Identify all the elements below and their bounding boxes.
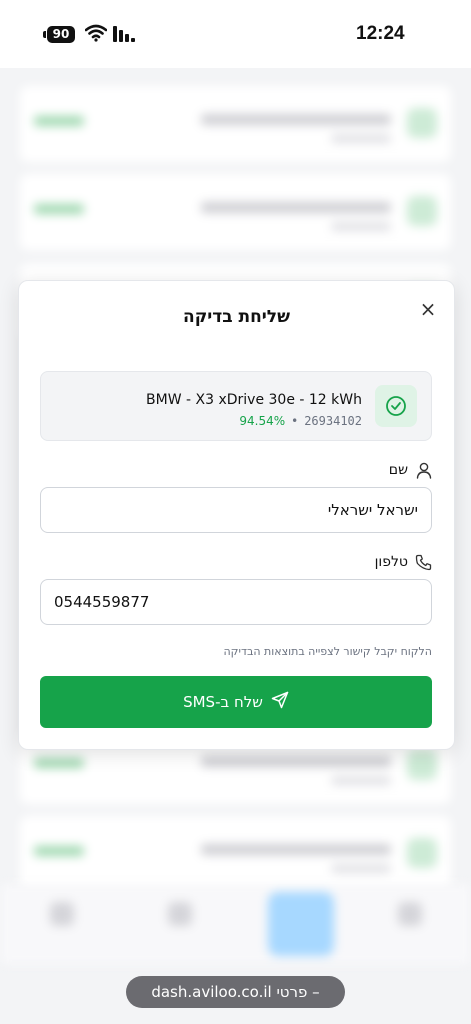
clock: 12:24 <box>356 23 405 44</box>
background-bottom-nav <box>0 884 471 964</box>
send-sms-button[interactable]: שלח ב-SMS <box>40 676 432 728</box>
phone-label-text: טלפון <box>374 554 408 570</box>
background-card <box>20 816 451 892</box>
vehicle-status-badge <box>375 385 417 427</box>
vehicle-meta-separator: • <box>291 414 299 428</box>
vehicle-meta: 94.54% • 26934102 <box>239 414 362 428</box>
send-test-modal: × שליחת בדיקה BMW - X3 xDrive 30e - 12 k… <box>18 280 455 750</box>
name-field-label: שם <box>388 462 432 479</box>
cellular-signal-icon <box>112 25 138 47</box>
modal-title: שליחת בדיקה <box>183 307 290 327</box>
vehicle-id: 26934102 <box>304 414 362 428</box>
vehicle-name: BMW - X3 xDrive 30e - 12 kWh <box>146 392 362 408</box>
send-icon <box>271 691 289 713</box>
user-icon <box>416 462 432 483</box>
status-bar: 90 12:24 <box>0 0 471 68</box>
background-card <box>20 86 451 162</box>
phone-icon <box>415 554 432 575</box>
helper-text: הלקוח יקבל קישור לצפייה בתוצאות הבדיקה <box>223 645 433 658</box>
phone-field-label: טלפון <box>374 554 432 571</box>
battery-tip <box>43 31 46 38</box>
wifi-icon <box>84 24 108 46</box>
browser-url-bar[interactable]: dash.aviloo.co.il פרטי – <box>126 976 345 1008</box>
phone-input[interactable]: 0544559877 <box>40 579 432 625</box>
vehicle-card: BMW - X3 xDrive 30e - 12 kWh 94.54% • 2693… <box>40 371 432 441</box>
name-input[interactable]: ישראל ישראלי <box>40 487 432 533</box>
background-card <box>20 174 451 250</box>
battery-indicator: 90 <box>47 26 75 43</box>
name-label-text: שם <box>388 462 408 478</box>
vehicle-soh: 94.54% <box>239 414 286 428</box>
check-circle-icon <box>386 396 406 416</box>
send-sms-label: שלח ב-SMS <box>183 693 263 711</box>
